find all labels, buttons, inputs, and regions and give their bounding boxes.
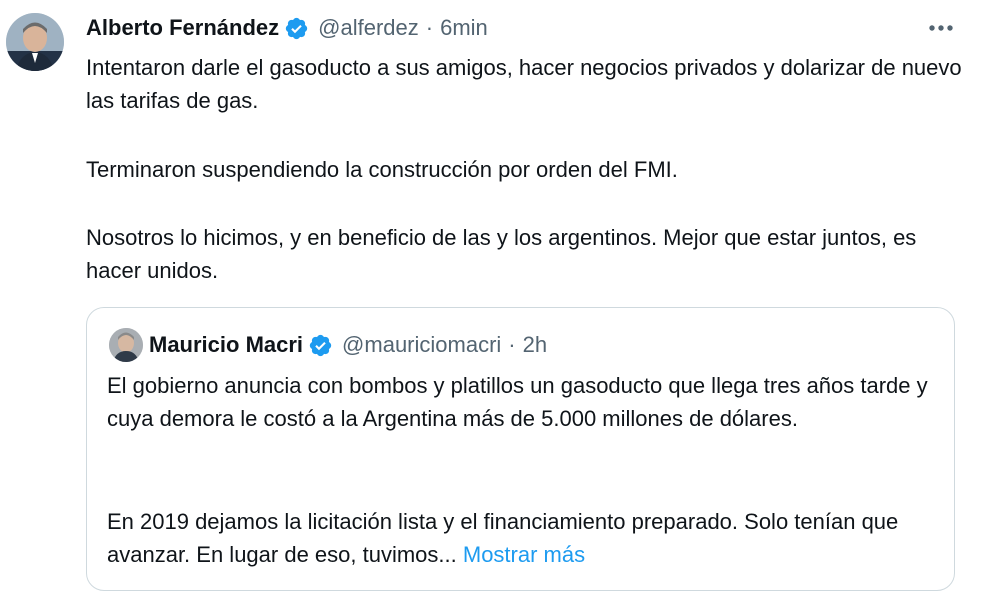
separator-dot: · xyxy=(425,15,434,40)
tweet-paragraph-1: Intentaron darle el gasoducto a sus amig… xyxy=(86,51,966,117)
quoted-author-avatar[interactable] xyxy=(109,328,143,362)
timestamp[interactable]: 6min xyxy=(440,15,488,41)
quoted-author-handle[interactable]: @mauriciomacri xyxy=(342,332,501,358)
quoted-author-name[interactable]: Mauricio Macri xyxy=(149,332,303,358)
more-options-button[interactable] xyxy=(924,14,958,42)
tweet-paragraph-3: Nosotros lo hicimos, y en beneficio de l… xyxy=(86,221,966,287)
show-more-link[interactable]: Mostrar más xyxy=(463,542,585,567)
verified-badge-icon xyxy=(309,334,332,356)
quoted-tweet-header: Mauricio Macri @mauriciomacri · 2h xyxy=(149,329,547,361)
more-options-icon xyxy=(929,25,953,31)
tweet-text-line: Nosotros lo hicimos, y en beneficio de l… xyxy=(86,225,917,283)
person-avatar-icon xyxy=(6,13,64,71)
separator-dot: · xyxy=(508,332,516,357)
author-handle[interactable]: @alferdez xyxy=(318,15,419,41)
quoted-paragraph-2: En 2019 dejamos la licitación lista y el… xyxy=(107,505,937,571)
quoted-paragraph-1: El gobierno anuncia con bombos y platill… xyxy=(107,369,937,435)
quoted-text-line: El gobierno anuncia con bombos y platill… xyxy=(107,373,928,431)
tweet-paragraph-2: Terminaron suspendiendo la construcción … xyxy=(86,153,966,186)
author-avatar[interactable] xyxy=(6,13,64,71)
verified-badge-icon xyxy=(285,17,308,39)
quoted-timestamp[interactable]: 2h xyxy=(523,332,547,358)
quoted-tweet-card[interactable]: Mauricio Macri @mauriciomacri · 2h El go… xyxy=(86,307,955,591)
author-name[interactable]: Alberto Fernández xyxy=(86,15,279,41)
tweet-text-line: Terminaron suspendiendo la construcción … xyxy=(86,157,678,182)
tweet-header: Alberto Fernández @alferdez · 6min xyxy=(86,12,488,44)
person-avatar-icon xyxy=(109,328,143,362)
tweet-text-line: Intentaron darle el gasoducto a sus amig… xyxy=(86,55,962,113)
